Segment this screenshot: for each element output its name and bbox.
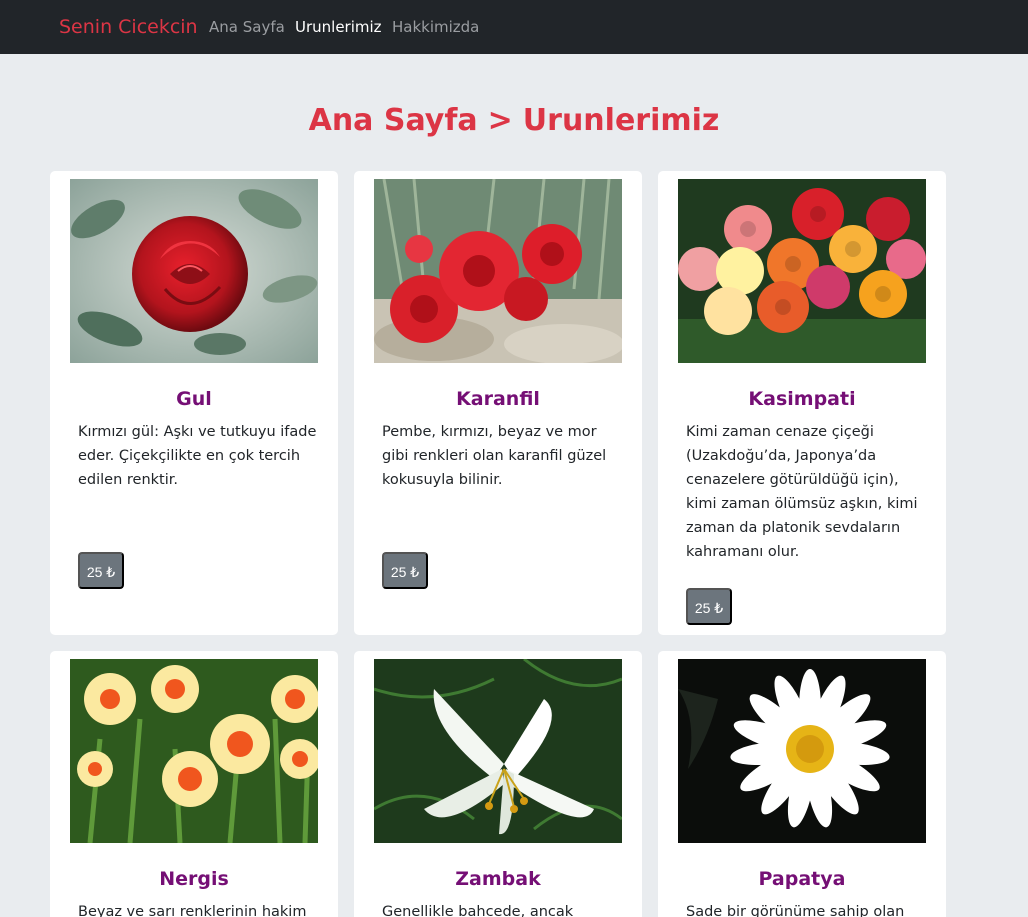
breadcrumb-home: Ana Sayfa (308, 103, 478, 138)
nav-link-home[interactable]: Ana Sayfa (209, 17, 285, 37)
breadcrumb-separator: > (487, 103, 513, 138)
product-card-karanfil: Karanfil Pembe, kırmızı, beyaz ve mor gi… (354, 171, 642, 635)
breadcrumb-current: Urunlerimiz (522, 103, 720, 138)
brand-link[interactable]: Senin Cicekcin (59, 15, 198, 39)
nav-link-about[interactable]: Hakkimizda (392, 17, 479, 37)
chrysanthemum-photo (678, 179, 926, 363)
white-lily-photo (374, 659, 622, 843)
nav-link-products[interactable]: Urunlerimiz (295, 17, 382, 37)
card-description: Sade bir görünüme sahip olan (686, 904, 905, 917)
daisy-photo (678, 659, 926, 843)
card-description: Pembe, kırmızı, beyaz ve mor gibi renkle… (382, 424, 607, 488)
product-card-zambak: Zambak Genellikle bahcede, ancak (354, 651, 642, 917)
card-title: Papatya (758, 868, 846, 890)
red-rose-photo (70, 179, 318, 363)
price-button[interactable]: 25 ₺ (686, 588, 732, 625)
page-title-breadcrumb: Ana Sayfa > Urunlerimiz (0, 100, 1028, 142)
card-description: Kırmızı gül: Aşkı ve tutkuyu ifade eder.… (78, 424, 317, 488)
product-card-gul: Gul Kırmızı gül: Aşkı ve tutkuyu ifade e… (50, 171, 338, 635)
card-description: Genellikle bahcede, ancak (382, 904, 574, 917)
card-title: Zambak (455, 868, 541, 890)
price-button[interactable]: 25 ₺ (382, 552, 428, 589)
red-carnation-photo (374, 179, 622, 363)
card-description: Beyaz ve sarı renklerinin hakim (78, 904, 307, 917)
card-title: Kasimpati (748, 388, 856, 410)
card-title: Karanfil (456, 388, 540, 410)
product-card-kasimpati: Kasimpati Kimi zaman cenaze çiçeği (Uzak… (658, 171, 946, 635)
top-navbar: Senin Cicekcin Ana Sayfa Urunlerimiz Hak… (0, 0, 1028, 54)
card-title: Gul (176, 388, 212, 410)
card-description: Kimi zaman cenaze çiçeği (Uzakdoğu’da, J… (686, 424, 918, 560)
daffodil-photo (70, 659, 318, 843)
price-button[interactable]: 25 ₺ (78, 552, 124, 589)
card-title: Nergis (159, 868, 229, 890)
product-card-nergis: Nergis Beyaz ve sarı renklerinin hakim (50, 651, 338, 917)
product-card-papatya: Papatya Sade bir görünüme sahip olan (658, 651, 946, 917)
